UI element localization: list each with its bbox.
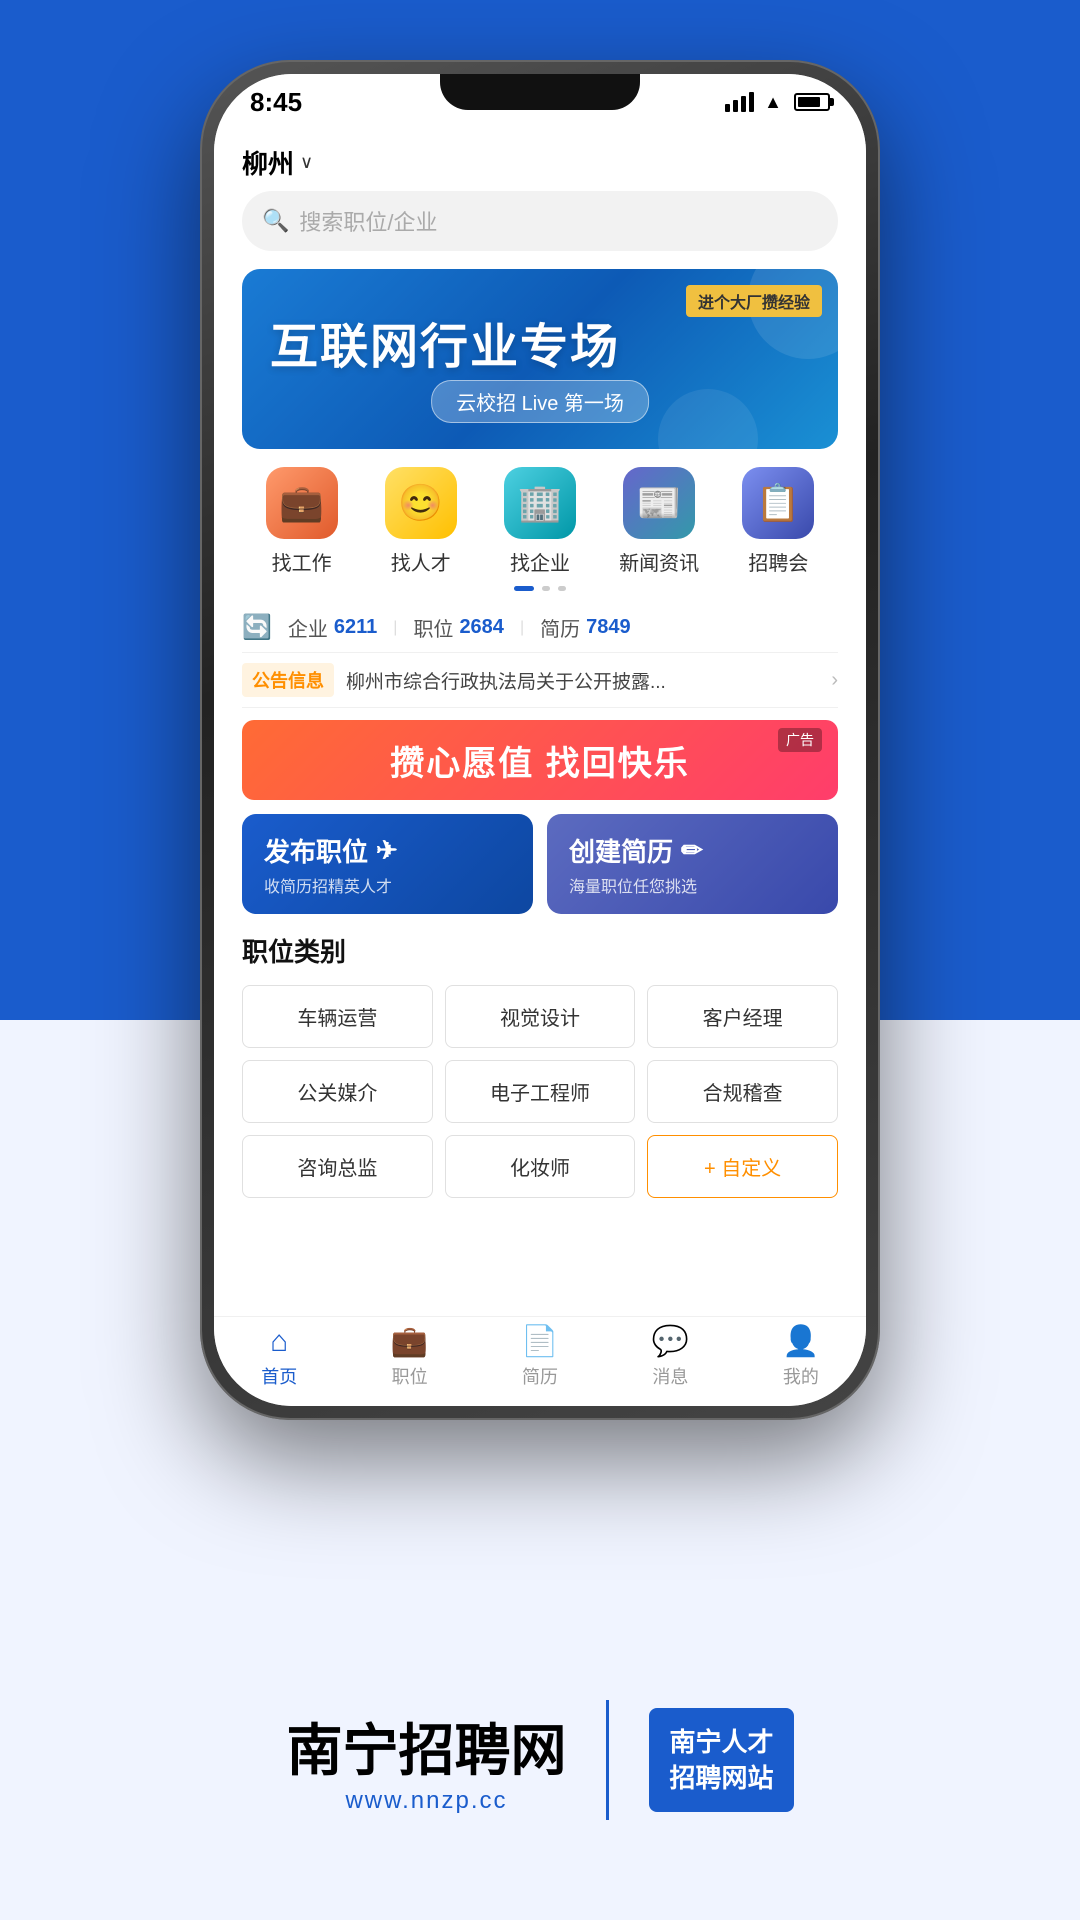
brand-url: www.nnzp.cc [345,1787,507,1815]
create-resume-sub: 海量职位任您挑选 [569,873,697,897]
jobs-icon: 💼 [391,1324,428,1359]
tab-home-label: 首页 [261,1363,297,1389]
action-cards: 发布职位 ✈ 收简历招精英人才 创建简历 ✏ 海量职位任您挑选 [242,814,838,914]
stat-resume: 简历 7849 [540,613,631,642]
dot-active [514,586,534,591]
send-icon: ✈ [376,835,398,866]
banner[interactable]: 进个大厂攒经验 互联网行业专场 云校招 Live 第一场 [242,269,838,449]
edit-icon: ✏ [681,835,703,866]
banner-sub-title: 云校招 Live 第一场 [431,380,649,423]
work-icon: 💼 [266,467,338,539]
nav-label-work: 找工作 [272,547,332,576]
job-tag-2[interactable]: 客户经理 [647,985,838,1048]
nav-item-enterprise[interactable]: 🏢 找企业 [490,467,590,576]
location-header[interactable]: 柳州 ∨ [242,130,838,191]
quick-nav: 💼 找工作 😊 找人才 🏢 找企业 📰 新闻资讯 [242,467,838,576]
talent-icon: 😊 [385,467,457,539]
search-bar[interactable]: 🔍 搜索职位/企业 [242,191,838,251]
brand-left: 南宁招聘网 www.nnzp.cc [286,1706,566,1815]
job-tag-6[interactable]: 咨询总监 [242,1135,433,1198]
banner-main-title: 互联网行业专场 [270,307,620,377]
tab-resume[interactable]: 📄 简历 [475,1324,605,1389]
ad-text: 攒心愿值 找回快乐 [390,736,689,785]
bottom-branding: 南宁招聘网 www.nnzp.cc 南宁人才 招聘网站 [0,1700,1080,1820]
chevron-down-icon: ∨ [300,152,313,173]
tab-profile-label: 我的 [783,1363,819,1389]
ad-label: 广告 [778,728,822,752]
job-tag-custom[interactable]: + 自定义 [647,1135,838,1198]
message-icon: 💬 [652,1324,689,1359]
search-icon: 🔍 [262,208,289,234]
notice-arrow-icon: › [831,669,838,692]
dot-inactive2 [558,586,566,591]
phone-notch [440,74,640,110]
news-icon: 📰 [623,467,695,539]
brand-divider [606,1700,609,1820]
status-icons: ▲ [725,92,830,113]
stat-job: 职位 2684 [413,613,504,642]
create-resume-card[interactable]: 创建简历 ✏ 海量职位任您挑选 [547,814,838,914]
job-tag-1[interactable]: 视觉设计 [445,985,636,1048]
tab-message[interactable]: 💬 消息 [605,1324,735,1389]
create-resume-title: 创建简历 ✏ [569,832,703,869]
stat-enterprise: 企业 6211 [288,613,377,642]
notice-row[interactable]: 公告信息 柳州市综合行政执法局关于公开披露... › [242,652,838,708]
tab-resume-label: 简历 [522,1363,558,1389]
job-tag-0[interactable]: 车辆运营 [242,985,433,1048]
search-placeholder: 搜索职位/企业 [299,205,437,237]
recruit-icon: 📋 [742,467,814,539]
tab-message-label: 消息 [652,1363,688,1389]
publish-job-sub: 收简历招精英人才 [264,873,392,897]
city-name: 柳州 [242,144,294,181]
notice-tag: 公告信息 [242,663,334,697]
job-tag-4[interactable]: 电子工程师 [445,1060,636,1123]
brand-badge: 南宁人才 招聘网站 [649,1708,793,1813]
tab-jobs[interactable]: 💼 职位 [344,1324,474,1389]
nav-label-recruit: 招聘会 [748,547,808,576]
job-grid: 车辆运营 视觉设计 客户经理 公关媒介 电子工程师 合规稽查 咨询总监 化妆师 … [242,985,838,1198]
wifi-icon: ▲ [764,92,782,113]
publish-job-card[interactable]: 发布职位 ✈ 收简历招精英人才 [242,814,533,914]
brand-name: 南宁招聘网 [286,1706,566,1787]
phone-mockup: 8:45 ▲ 柳州 [200,60,880,1420]
signal-icon [725,92,754,112]
nav-item-talent[interactable]: 😊 找人才 [371,467,471,576]
job-tag-5[interactable]: 合规稽查 [647,1060,838,1123]
dot-inactive [542,586,550,591]
nav-item-work[interactable]: 💼 找工作 [252,467,352,576]
profile-icon: 👤 [782,1324,819,1359]
section-title-jobs: 职位类别 [242,932,838,969]
banner-tag: 进个大厂攒经验 [686,285,822,317]
nav-item-news[interactable]: 📰 新闻资讯 [609,467,709,576]
status-time: 8:45 [250,87,302,118]
tab-profile[interactable]: 👤 我的 [736,1324,866,1389]
app-content: 柳州 ∨ 🔍 搜索职位/企业 进个大厂攒经验 互联网行业专场 云校招 [214,130,866,1316]
nav-item-recruit[interactable]: 📋 招聘会 [728,467,828,576]
nav-label-enterprise: 找企业 [510,547,570,576]
publish-job-title: 发布职位 ✈ [264,832,398,869]
enterprise-icon: 🏢 [504,467,576,539]
job-tag-3[interactable]: 公关媒介 [242,1060,433,1123]
notice-text: 柳州市综合行政执法局关于公开披露... [346,667,819,694]
tab-home[interactable]: ⌂ 首页 [214,1325,344,1389]
battery-icon [794,93,830,111]
job-tag-7[interactable]: 化妆师 [445,1135,636,1198]
ad-banner[interactable]: 攒心愿值 找回快乐 广告 [242,720,838,800]
nav-label-talent: 找人才 [391,547,451,576]
stats-row: 🔄 企业 6211 | 职位 2684 | 简历 7849 [242,607,838,652]
resume-icon: 📄 [521,1324,558,1359]
tab-bar: ⌂ 首页 💼 职位 📄 简历 💬 消息 👤 我的 [214,1316,866,1406]
banner-dots [242,586,838,591]
tab-jobs-label: 职位 [392,1363,428,1389]
home-icon: ⌂ [270,1325,288,1359]
nav-label-news: 新闻资讯 [619,547,699,576]
